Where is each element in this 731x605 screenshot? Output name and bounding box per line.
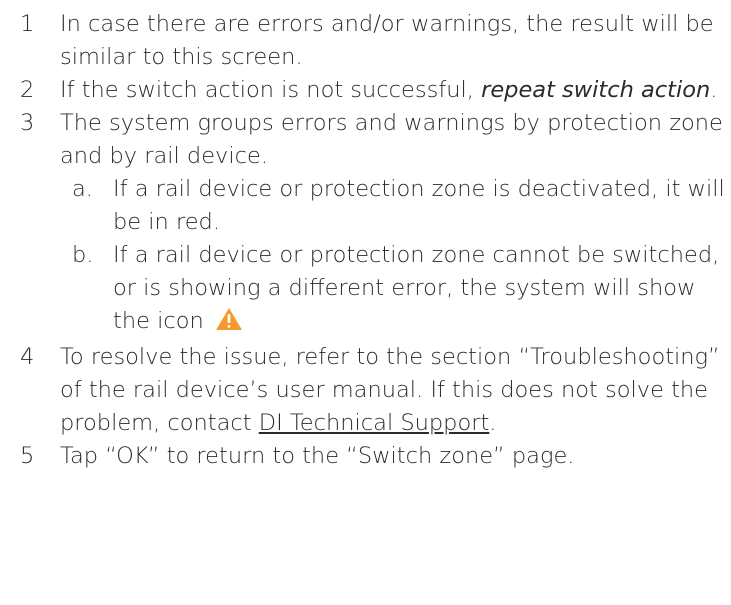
step-4: 4 To resolve the issue, refer to the sec…: [0, 341, 731, 440]
substep-letter: b.: [72, 242, 94, 268]
step-text-end: .: [710, 77, 718, 103]
step-number: 3: [20, 110, 35, 136]
step-text: The system groups errors and warnings by…: [60, 110, 723, 169]
warning-triangle-icon: [215, 307, 243, 341]
step-text-emphasis: repeat switch action: [481, 77, 711, 103]
step-text-end: .: [489, 410, 497, 436]
warning-mark-bar: [227, 314, 231, 323]
step-5: 5 Tap “OK” to return to the “Switch zone…: [0, 440, 731, 473]
substep-a: a. If a rail device or protection zone i…: [0, 173, 731, 239]
step-1: 1 In case there are errors and/or warnin…: [0, 8, 731, 74]
step-text: If the switch action is not successful,: [60, 77, 482, 103]
step-text: Tap “OK” to return to the “Switch zone” …: [60, 443, 575, 469]
step-number: 1: [20, 11, 35, 37]
substep-text: If a rail device or protection zone is d…: [113, 176, 725, 235]
step-number: 4: [20, 344, 35, 370]
step-3: 3 The system groups errors and warnings …: [0, 107, 731, 173]
substep-letter: a.: [72, 176, 93, 202]
step-number: 5: [20, 443, 35, 469]
warning-mark-dot: [227, 325, 231, 328]
instruction-list: 1 In case there are errors and/or warnin…: [0, 0, 731, 605]
substep-text: If a rail device or protection zone cann…: [113, 242, 720, 334]
step-2: 2 If the switch action is not successful…: [0, 74, 731, 107]
step-text: In case there are errors and/or warnings…: [60, 11, 714, 70]
technical-support-link[interactable]: DI Technical Support: [259, 410, 490, 436]
substep-b: b. If a rail device or protection zone c…: [0, 239, 731, 341]
step-number: 2: [20, 77, 35, 103]
